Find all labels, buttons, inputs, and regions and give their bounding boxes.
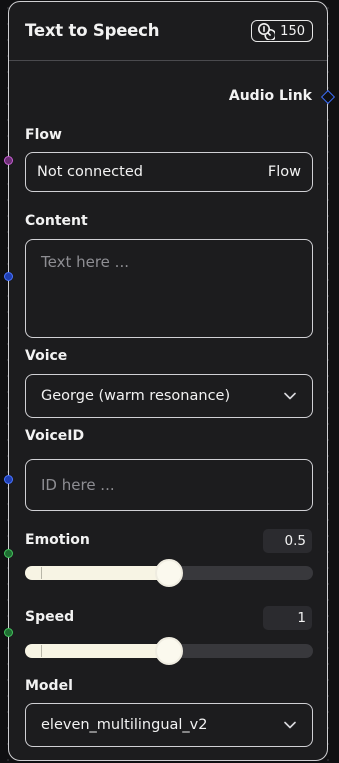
flow-type: Flow <box>267 164 301 180</box>
chevron-down-icon <box>284 717 296 733</box>
emotion-slider-thumb[interactable] <box>155 559 183 587</box>
speed-slider[interactable] <box>25 637 313 665</box>
coins-icon <box>257 22 276 40</box>
emotion-input-handle[interactable] <box>4 549 13 558</box>
voiceid-placeholder: ID here ... <box>41 476 115 494</box>
speed-slider-thumb[interactable] <box>155 637 183 665</box>
model-label: Model <box>25 678 73 694</box>
speed-label: Speed <box>25 609 75 625</box>
model-select[interactable]: eleven_multilingual_v2 <box>25 703 313 747</box>
content-textarea[interactable]: Text here ... <box>25 239 313 338</box>
credits-value: 150 <box>280 23 305 39</box>
emotion-slider-fill <box>25 566 169 580</box>
content-placeholder: Text here ... <box>41 253 129 271</box>
flow-input-handle[interactable] <box>4 156 13 165</box>
model-selected-value: eleven_multilingual_v2 <box>41 717 208 733</box>
node-title: Text to Speech <box>25 21 160 40</box>
audio-link-output-handle[interactable] <box>320 89 336 105</box>
text-to-speech-node[interactable]: Text to Speech 150 Audio Link Flow Not c… <box>4 1 336 761</box>
credits-badge: 150 <box>251 20 313 42</box>
emotion-value[interactable]: 0.5 <box>263 529 312 553</box>
emotion-label: Emotion <box>25 532 90 548</box>
emotion-slider-notch <box>30 567 42 579</box>
flow-status: Not connected <box>37 164 143 180</box>
speed-slider-notch <box>30 645 42 657</box>
node-header: Text to Speech 150 <box>9 2 327 61</box>
voiceid-input[interactable]: ID here ... <box>25 459 313 511</box>
workflow-canvas[interactable]: Text to Speech 150 Audio Link Flow Not c… <box>0 0 339 763</box>
speed-value[interactable]: 1 <box>263 606 312 630</box>
flow-label: Flow <box>25 127 62 143</box>
speed-input-handle[interactable] <box>4 628 13 637</box>
content-label: Content <box>25 213 88 229</box>
voice-label: Voice <box>25 348 68 364</box>
voiceid-input-handle[interactable] <box>4 475 13 484</box>
content-input-handle[interactable] <box>4 272 13 281</box>
voice-selected-value: George (warm resonance) <box>41 388 231 404</box>
voiceid-label: VoiceID <box>25 428 85 444</box>
voice-select[interactable]: George (warm resonance) <box>25 374 313 418</box>
flow-connection-field[interactable]: Not connected Flow <box>25 152 313 192</box>
speed-slider-fill <box>25 644 169 658</box>
audio-link-output-label: Audio Link <box>228 88 312 104</box>
chevron-down-icon <box>284 388 296 404</box>
emotion-slider[interactable] <box>25 559 313 587</box>
